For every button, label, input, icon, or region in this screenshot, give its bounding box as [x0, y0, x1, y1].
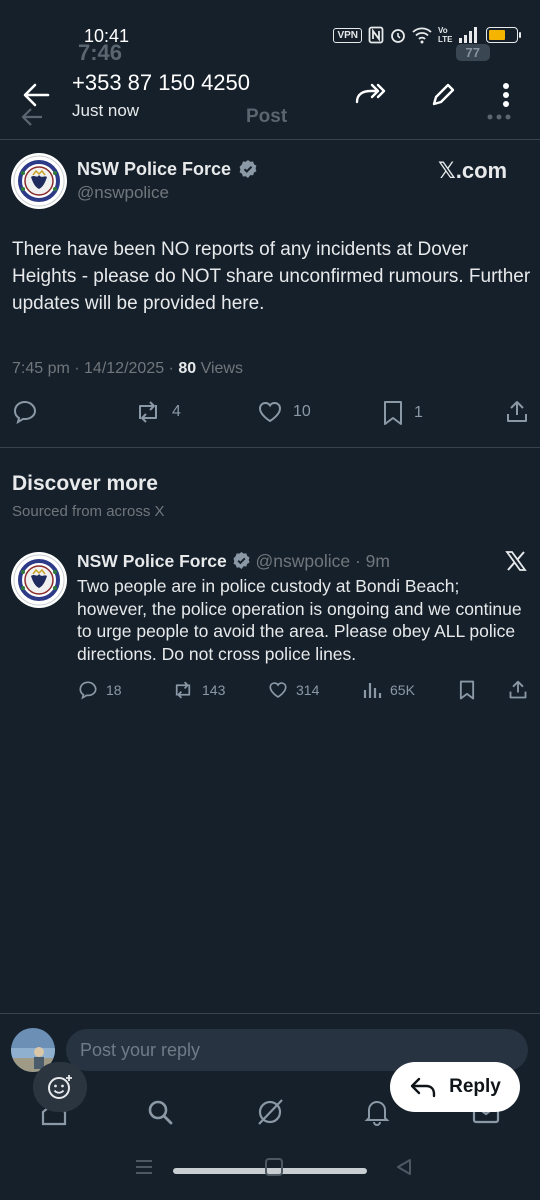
card-repost-count: 143: [202, 682, 226, 698]
card-author-avatar[interactable]: [11, 552, 67, 608]
card-like-count: 314: [296, 682, 320, 698]
vpn-badge: VPN: [333, 27, 362, 43]
status-icons: VPN Vo LTE: [333, 26, 521, 44]
pencil-icon: [432, 83, 455, 106]
status-time: 10:41: [84, 26, 130, 46]
share-icon: [509, 680, 527, 699]
reply-divider: [0, 1013, 540, 1014]
card-reply-count: 18: [106, 682, 122, 698]
grok-icon[interactable]: [255, 1097, 285, 1127]
back-triangle-icon[interactable]: [394, 1157, 414, 1177]
card-like-action[interactable]: 314: [268, 680, 319, 700]
repost-action[interactable]: 4: [134, 400, 181, 424]
signal-icon: [459, 27, 477, 43]
post-meta: 7:45 pm · 14/12/2025 · 80 Views: [12, 360, 243, 378]
heart-icon: [258, 401, 282, 423]
repost-icon: [139, 401, 157, 423]
header-divider: [0, 139, 540, 140]
card-text: Two people are in police custody at Bond…: [77, 576, 522, 664]
ghost-back-arrow-icon: [21, 108, 42, 126]
arrow-left-icon: [23, 83, 50, 107]
square-icon[interactable]: [264, 1157, 284, 1177]
views-label: Views: [196, 360, 243, 377]
bookmark-icon: [384, 401, 402, 425]
police-badge-logo: [13, 155, 65, 207]
post-timestamp: 7:45 pm · 14/12/2025 ·: [12, 360, 179, 377]
author-handle[interactable]: @nswpolice: [77, 183, 169, 203]
edit-button[interactable]: [431, 82, 455, 108]
card-reply-action[interactable]: 18: [78, 680, 122, 700]
reply-placeholder: Post your reply: [80, 1040, 201, 1060]
analytics-bars-icon: [363, 683, 382, 698]
card-author-name[interactable]: NSW Police Force: [77, 551, 227, 571]
reply-action[interactable]: [12, 400, 38, 424]
reply-bubble-icon: [79, 681, 97, 700]
contact-number: +353 87 150 4250: [72, 70, 251, 95]
card-bookmark-action[interactable]: [458, 680, 476, 700]
card-repost-action[interactable]: 143: [172, 680, 225, 700]
timestamp-label: Just now: [72, 101, 140, 120]
more-vertical-icon: [503, 83, 509, 107]
card-share-action[interactable]: [508, 680, 528, 700]
share-icon: [507, 401, 527, 422]
discover-title: Discover more: [12, 472, 158, 495]
more-options-button[interactable]: [498, 82, 514, 110]
battery-icon: [486, 27, 521, 43]
emoji-button[interactable]: [33, 1062, 87, 1112]
ghost-more-icon: [487, 114, 511, 120]
author-name[interactable]: NSW Police Force: [77, 159, 258, 180]
system-nav-bar: [0, 1150, 540, 1180]
wifi-icon: [412, 27, 432, 44]
heart-icon: [269, 682, 287, 698]
like-action[interactable]: 10: [257, 400, 311, 424]
post-text: There have been NO reports of any incide…: [12, 239, 531, 314]
menu-lines-icon[interactable]: [134, 1158, 154, 1176]
card-actions: 18 143 314 65K: [0, 680, 540, 704]
x-logo-icon: [505, 551, 527, 571]
author-name-text: NSW Police Force: [77, 159, 232, 179]
card-views-count: 65K: [390, 682, 415, 698]
views-count: 80: [178, 360, 197, 377]
lte-label: Vo LTE: [438, 26, 453, 44]
search-icon[interactable]: [146, 1098, 174, 1126]
card-header: NSW Police Force @nswpolice · 9m: [77, 551, 390, 572]
bookmark-action[interactable]: 1: [382, 400, 423, 426]
reply-bubble-icon: [13, 400, 37, 424]
reply-button[interactable]: Reply: [390, 1062, 520, 1112]
like-count: 10: [293, 403, 311, 420]
card-handle-time[interactable]: @nswpolice · 9m: [256, 551, 390, 571]
author-avatar[interactable]: [11, 153, 67, 209]
emoji-add-icon: [48, 1075, 72, 1099]
reply-button-label: Reply: [449, 1076, 501, 1097]
repost-count: 4: [172, 403, 181, 420]
verified-badge-icon: [233, 552, 250, 570]
ghost-battery-level: 77: [455, 44, 490, 61]
post-actions: 4 10 1: [0, 398, 540, 428]
back-button[interactable]: [22, 82, 50, 108]
forward-button[interactable]: [354, 82, 386, 108]
nfc-icon: [368, 26, 384, 44]
source-link[interactable]: 𝕏.com: [438, 158, 507, 184]
share-action[interactable]: [505, 400, 529, 424]
verified-badge-icon: [239, 159, 257, 178]
bookmark-count: 1: [414, 404, 423, 421]
police-badge-logo: [13, 554, 65, 606]
repost-icon: [175, 681, 191, 699]
reply-arrow-icon: [410, 1077, 436, 1098]
double-forward-icon: [355, 83, 386, 104]
card-views-action[interactable]: 65K: [362, 680, 415, 700]
bookmark-icon: [459, 680, 475, 700]
alarm-icon: [391, 29, 405, 43]
actions-divider: [0, 447, 540, 448]
ghost-page-title: Post: [246, 106, 288, 127]
bell-icon[interactable]: [364, 1098, 390, 1126]
discover-subtitle: Sourced from across X: [12, 503, 165, 520]
